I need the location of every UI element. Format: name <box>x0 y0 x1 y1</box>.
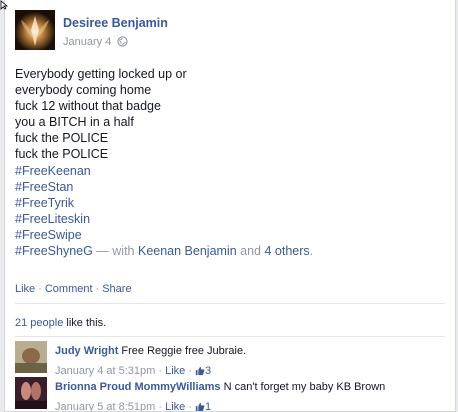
post-date[interactable]: January 4 <box>63 36 111 48</box>
post-line: fuck the POLICE <box>15 147 109 162</box>
action-separator: · <box>38 283 42 295</box>
action-separator: · <box>95 283 100 295</box>
thumbs-up-icon <box>195 402 205 411</box>
comment-like-link[interactable]: Like <box>165 401 185 411</box>
comment-like-count[interactable]: 3 <box>205 365 211 377</box>
post-line: Everybody getting locked up or <box>15 67 187 81</box>
comment-meta: January 5 at 8:51pm · Like · 1 <box>55 400 385 412</box>
comment-text: Free Reggie free Jubraie. <box>121 345 247 357</box>
post-meta: January 4 <box>63 36 129 48</box>
comment-item: Brionna Proud MommyWilliams N can't forg… <box>15 377 447 412</box>
comment-meta: January 4 at 5:31pm · Like · 3 <box>55 364 246 378</box>
and-text: and <box>236 244 265 259</box>
comment-like-count[interactable]: 1 <box>205 401 211 411</box>
post-line: fuck 12 without that badge <box>15 99 161 114</box>
comment-text: N can't forget my baby KB Brown <box>223 381 386 393</box>
post-line: fuck the POLICE <box>15 131 109 146</box>
hashtag-link[interactable]: #FreeKeenan <box>15 163 445 179</box>
comment-like-link[interactable]: Like <box>165 365 185 377</box>
comment-time[interactable]: January 4 at 5:31pm <box>55 365 155 377</box>
comment-body: Judy Wright Free Reggie free Jubraie. Ja… <box>55 344 246 378</box>
commenter-name[interactable]: Brionna Proud MommyWilliams <box>55 381 221 393</box>
post-card: Desiree Benjamin January 4 Everybody get… <box>4 0 456 412</box>
hashtag-link[interactable]: #FreeSwipe <box>15 227 445 243</box>
commenter-name[interactable]: Judy Wright <box>55 345 118 357</box>
divider <box>15 336 445 337</box>
likes-suffix: like this. <box>63 317 107 329</box>
post-author-name[interactable]: Desiree Benjamin <box>63 16 168 30</box>
tagged-person-link[interactable]: Keenan Benjamin <box>138 244 237 258</box>
divider <box>15 303 445 304</box>
hashtag-link[interactable]: #FreeShyneG <box>15 244 93 258</box>
comment-time[interactable]: January 5 at 8:51pm <box>55 401 155 411</box>
likes-summary: 21 people like this. <box>15 317 106 329</box>
with-text: — with <box>92 244 138 259</box>
thumbs-up-icon <box>195 366 205 376</box>
globe-icon[interactable] <box>117 36 129 47</box>
comment-body: Brionna Proud MommyWilliams N can't forg… <box>55 380 386 412</box>
post-body: Everybody getting locked up or everybody… <box>15 66 445 259</box>
end-punct: . <box>309 244 314 259</box>
author-avatar[interactable] <box>15 10 55 50</box>
others-link[interactable]: 4 others <box>264 244 309 258</box>
post-line: you a BITCH in a half <box>15 115 134 130</box>
commenter-avatar[interactable] <box>15 341 47 373</box>
hashtag-link[interactable]: #FreeTyrik <box>15 195 445 211</box>
comment-meta-separator: · <box>185 365 196 377</box>
commenter-avatar[interactable] <box>15 377 47 409</box>
comment-link[interactable]: Comment <box>45 283 93 295</box>
hashtag-link[interactable]: #FreeStan <box>15 179 445 195</box>
like-link[interactable]: Like <box>15 283 35 295</box>
post-line: everybody coming home <box>15 83 152 98</box>
comment-meta-separator: · <box>155 401 166 412</box>
share-link[interactable]: Share <box>102 283 131 295</box>
hashtag-link[interactable]: #FreeLiteskin <box>15 211 445 227</box>
comment-meta-separator: · <box>155 365 166 377</box>
mouse-cursor-icon <box>0 0 9 10</box>
tagged-line: #FreeShyneG — with Keenan Benjamin and 4… <box>15 243 445 259</box>
likes-count-link[interactable]: 21 people <box>15 317 63 329</box>
post-actions: Like · Comment · Share <box>15 283 132 295</box>
comment-item: Judy Wright Free Reggie free Jubraie. Ja… <box>15 341 447 377</box>
comment-meta-separator: · <box>185 401 196 412</box>
